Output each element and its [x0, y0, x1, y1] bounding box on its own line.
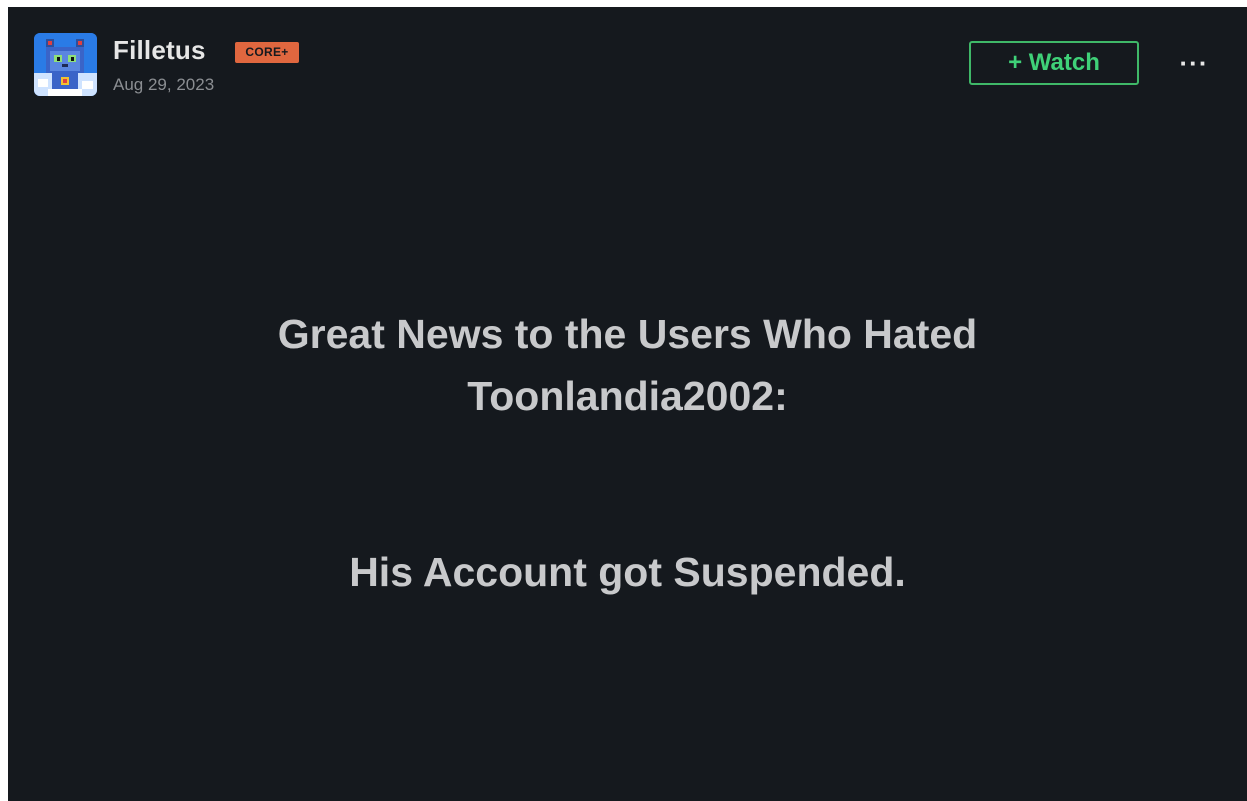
author-name[interactable]: Filletus: [113, 35, 206, 65]
post-card: Filletus CORE+ Aug 29, 2023 + Watch ··· …: [8, 7, 1247, 801]
post-date: Aug 29, 2023: [113, 75, 215, 94]
post-text-line-2: Toonlandia2002:: [467, 373, 788, 419]
post-text-line-1: Great News to the Users Who Hated: [277, 311, 978, 357]
core-badge: CORE+: [235, 42, 299, 63]
post-subline: His Account got Suspended.: [8, 541, 1247, 603]
watch-button[interactable]: + Watch: [969, 41, 1139, 85]
post-headline: Great News to the Users Who Hated Toonla…: [8, 303, 1247, 427]
pixel-cat-avatar-icon: [34, 33, 97, 96]
user-avatar[interactable]: [34, 33, 97, 96]
more-options-icon[interactable]: ···: [1176, 45, 1212, 81]
post-text-line-3: His Account got Suspended.: [349, 549, 906, 595]
post-header: Filletus CORE+ Aug 29, 2023 + Watch ···: [8, 7, 1247, 117]
